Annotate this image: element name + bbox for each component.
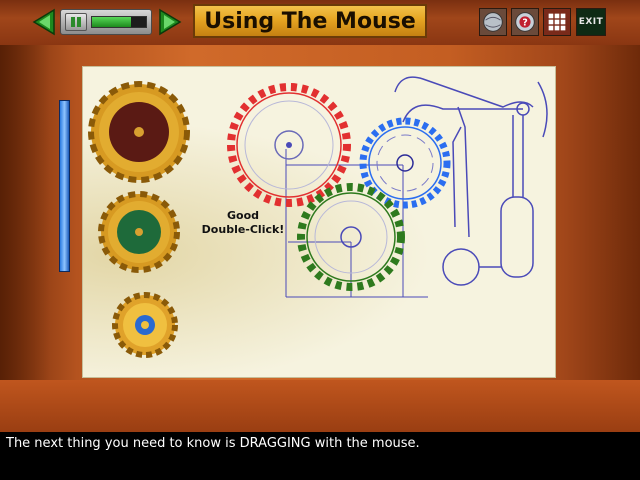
back-arrow-icon[interactable] (32, 8, 56, 36)
forward-arrow-icon[interactable] (158, 8, 182, 36)
gold-gear-medium-icon[interactable] (98, 191, 180, 273)
cabinet: Good Double-Click! (0, 45, 640, 432)
help-icon[interactable]: ? (511, 8, 539, 36)
pump-mechanism-icon (394, 76, 548, 286)
feedback-message: Good Double-Click! (188, 209, 298, 237)
caption-bar: The next thing you need to know is DRAGG… (0, 432, 640, 480)
progress-bar (91, 16, 147, 28)
feedback-line-1: Good (226, 209, 260, 222)
svg-text:?: ? (522, 18, 527, 29)
vertical-slider[interactable] (59, 100, 70, 272)
exit-button[interactable]: EXIT (576, 8, 606, 36)
gold-gear-large-icon[interactable] (88, 81, 190, 183)
globe-icon[interactable] (479, 8, 507, 36)
red-gear-icon[interactable] (227, 83, 351, 207)
pause-icon[interactable] (65, 13, 87, 31)
gear-board: Good Double-Click! (82, 66, 556, 378)
cabinet-shade (0, 45, 50, 432)
top-toolbar: Using The Mouse ? EXIT (0, 0, 640, 45)
blue-gear-icon[interactable] (359, 117, 451, 209)
progress-fill (92, 17, 131, 27)
gear-diagram (88, 76, 548, 358)
caption-text: The next thing you need to know is DRAGG… (6, 436, 420, 451)
progress-control (60, 9, 152, 35)
cabinet-shelf (0, 380, 640, 432)
page-title: Using The Mouse (193, 4, 427, 38)
grid-icon[interactable] (543, 8, 571, 36)
feedback-line-2: Double-Click! (201, 223, 285, 236)
gold-gear-small-icon[interactable] (112, 292, 178, 358)
